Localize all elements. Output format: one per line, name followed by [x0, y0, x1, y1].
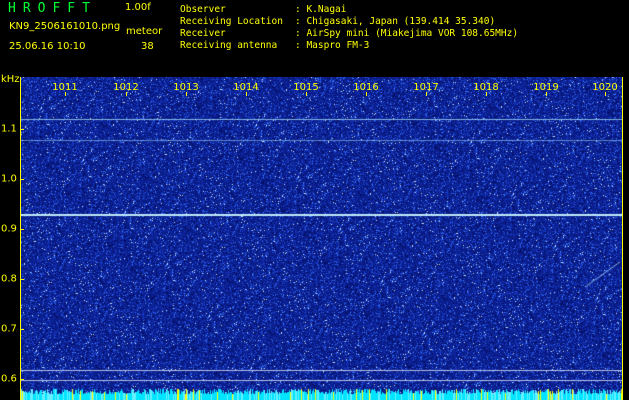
y-tick-mark	[20, 179, 24, 180]
meteor-count: 38	[141, 41, 154, 52]
y-tick-label: 1.0	[1, 173, 17, 185]
right-axis-line	[622, 77, 623, 400]
y-tick-mark	[20, 329, 24, 330]
y-tick-label: 1.1	[1, 123, 17, 135]
x-tick-mark	[426, 92, 427, 96]
receiver-label: Receiver	[180, 28, 226, 39]
y-tick-label: 0.8	[1, 273, 17, 285]
spectrogram-canvas[interactable]	[20, 77, 623, 400]
location-value: : Chigasaki, Japan (139.414 35.340)	[295, 16, 496, 27]
x-tick-mark	[366, 92, 367, 96]
observer-value: : K.Nagai	[295, 4, 347, 15]
timestamp-label: 25.06.16 10:10	[9, 41, 86, 52]
y-tick-mark	[20, 379, 24, 380]
y-tick-mark	[20, 279, 24, 280]
antenna-label: Receiving antenna	[180, 40, 278, 51]
app-title: HROFFT	[8, 1, 97, 16]
y-tick-mark	[20, 129, 24, 130]
header-panel: HROFFT 1.00f KN9_2506161010.png meteor 2…	[0, 0, 629, 74]
x-tick-mark	[605, 92, 606, 96]
x-tick-mark	[306, 92, 307, 96]
location-label: Receiving Location	[180, 16, 283, 27]
y-tick-label: 0.7	[1, 323, 17, 335]
x-tick-mark	[486, 92, 487, 96]
antenna-value: : Maspro FM-3	[295, 40, 370, 51]
x-tick-mark	[546, 92, 547, 96]
x-tick-mark	[186, 92, 187, 96]
x-tick-mark	[246, 92, 247, 96]
x-tick-mark	[65, 92, 66, 96]
version-label: 1.00f	[125, 2, 151, 13]
receiver-value: : AirSpy mini (Miakejima VOR 108.65MHz)	[295, 28, 519, 39]
y-tick-mark	[20, 229, 24, 230]
unit-label: kHz	[1, 74, 20, 85]
left-axis-line	[20, 77, 21, 400]
filename-label: KN9_2506161010.png	[9, 21, 121, 32]
x-tick-mark	[126, 92, 127, 96]
meteor-label: meteor	[126, 26, 163, 37]
y-tick-label: 0.9	[1, 223, 17, 235]
observer-label: Observer	[180, 4, 226, 15]
spectrogram-plot[interactable]	[20, 77, 623, 400]
y-tick-label: 0.6	[1, 373, 17, 385]
